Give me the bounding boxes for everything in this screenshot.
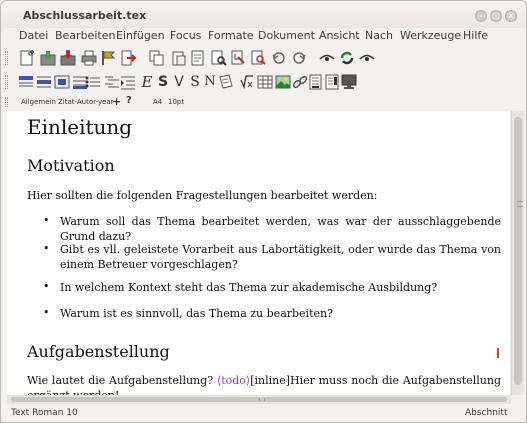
section-heading-motivation: Motivation xyxy=(27,156,115,175)
document-editor[interactable]: Einleitung Motivation Hier sollten die f… xyxy=(7,111,510,395)
bookmark-icon[interactable] xyxy=(101,50,117,66)
spellcheck-icon[interactable] xyxy=(251,50,267,66)
scrollbar-grip xyxy=(259,398,265,401)
noun-icon[interactable]: N xyxy=(202,74,218,90)
font-size-selector[interactable]: 10pt xyxy=(168,98,184,106)
intro-paragraph: Hier sollten die folgenden Fragestellung… xyxy=(27,189,378,202)
copy-icon[interactable] xyxy=(149,50,165,66)
indent-icon[interactable] xyxy=(120,74,136,90)
toggle-preview-icon[interactable] xyxy=(341,74,357,90)
status-layout: Abschnitt xyxy=(465,408,508,418)
task-paragraph: Wie lautet die Aufgabenstellung? ⟨todo⟩[… xyxy=(27,373,501,395)
description-icon[interactable] xyxy=(104,74,120,90)
maximize-icon[interactable]: □ xyxy=(490,10,502,22)
status-bar: Text Roman 10 Abschnitt xyxy=(1,405,526,422)
cite-style-selector[interactable]: Zitat-Autor-year xyxy=(58,98,114,106)
strong-icon[interactable]: S xyxy=(155,74,171,90)
toc-icon[interactable] xyxy=(319,50,335,66)
toolbar-grip[interactable] xyxy=(5,51,8,65)
change-marker xyxy=(497,348,499,358)
help-button[interactable]: ? xyxy=(126,95,132,106)
toolbar-grip[interactable] xyxy=(5,97,8,107)
paragraph-style-icon[interactable] xyxy=(18,74,34,90)
paste-icon[interactable] xyxy=(171,50,187,66)
title-bar: Abschlussarbeit.tex – □ × xyxy=(1,1,526,28)
refresh-icon[interactable] xyxy=(339,50,355,66)
redo-icon[interactable] xyxy=(291,50,307,66)
footnote-icon[interactable] xyxy=(309,74,325,90)
undo-icon[interactable] xyxy=(271,50,287,66)
graphics-icon[interactable] xyxy=(275,74,291,90)
status-font: Text Roman 10 xyxy=(11,408,78,418)
bullet-icon: • xyxy=(43,306,50,319)
hyperlink-icon[interactable] xyxy=(292,74,308,90)
minimize-icon[interactable]: – xyxy=(475,10,487,22)
print-icon[interactable] xyxy=(81,50,97,66)
outline-icon[interactable] xyxy=(359,50,375,66)
app-window: Abschlussarbeit.tex – □ × Datei Bearbeit… xyxy=(0,0,527,423)
list-item: Gibt es vll. geleistete Vorarbeit aus La… xyxy=(60,243,501,271)
menu-dokument[interactable]: Dokument xyxy=(258,29,315,42)
table-icon[interactable] xyxy=(257,74,273,90)
layout-bar: Allgemein Zitat-Autor-year + ? A4 10pt xyxy=(1,95,526,109)
new-document-icon[interactable] xyxy=(19,50,35,66)
menu-bearbeiten[interactable]: Bearbeiten xyxy=(55,29,115,42)
open-icon[interactable] xyxy=(40,50,56,66)
format-toolbar: E S V S N xyxy=(1,70,526,94)
horizontal-scrollbar[interactable] xyxy=(7,395,511,404)
vertical-scrollbar[interactable] xyxy=(511,111,524,395)
todo-note[interactable]: ⟨todo⟩ xyxy=(217,374,250,387)
menu-formate[interactable]: Formate xyxy=(208,29,254,42)
menu-nach[interactable]: Nach xyxy=(365,29,393,42)
menu-bar: Datei Bearbeiten Einfügen Focus Formate … xyxy=(1,28,526,45)
find-icon[interactable] xyxy=(211,50,227,66)
menu-datei[interactable]: Datei xyxy=(19,29,48,42)
marginal-note-icon[interactable] xyxy=(325,74,341,90)
menu-werkzeuge[interactable]: Werkzeuge xyxy=(400,29,461,42)
menu-einfuegen[interactable]: Einfügen xyxy=(116,29,165,42)
window-title: Abschlussarbeit.tex xyxy=(23,9,147,22)
section-style-icon[interactable] xyxy=(36,74,52,90)
frame-icon[interactable] xyxy=(54,74,70,90)
scrollbar-grip xyxy=(517,201,523,207)
save-icon[interactable] xyxy=(60,50,76,66)
smallcaps-icon[interactable]: S xyxy=(187,74,203,90)
add-module-button[interactable]: + xyxy=(112,95,121,108)
sans-icon[interactable]: V xyxy=(171,74,187,90)
emph-icon[interactable]: E xyxy=(139,74,155,90)
scrollbar-thumb[interactable] xyxy=(514,117,523,385)
itemize-icon[interactable] xyxy=(85,74,101,90)
list-item: In welchem Kontext steht das Thema zur a… xyxy=(60,281,438,294)
note-icon[interactable] xyxy=(218,74,234,90)
menu-hilfe[interactable]: Hilfe xyxy=(463,29,488,42)
bullet-icon: • xyxy=(43,214,50,227)
chapter-heading: Einleitung xyxy=(27,115,133,139)
section-heading-aufgabenstellung: Aufgabenstellung xyxy=(27,342,170,361)
menu-ansicht[interactable]: Ansicht xyxy=(319,29,360,42)
find-replace-icon[interactable] xyxy=(231,50,247,66)
view-icon[interactable] xyxy=(191,50,207,66)
module-selector[interactable]: Allgemein xyxy=(21,98,56,106)
menu-focus[interactable]: Focus xyxy=(170,29,201,42)
list-item: Warum soll das Thema bearbeitet werden, … xyxy=(60,215,501,243)
bullet-icon: • xyxy=(43,242,50,255)
toolbar-grip[interactable] xyxy=(5,75,8,89)
task-text: Wie lautet die Aufgabenstellung? xyxy=(27,374,217,387)
formula-icon[interactable] xyxy=(239,74,255,90)
close-icon[interactable]: × xyxy=(505,10,517,22)
exit-icon[interactable] xyxy=(121,50,137,66)
bullet-icon: • xyxy=(43,280,50,293)
scrollbar-thumb[interactable] xyxy=(11,397,507,402)
list-item: Warum ist es sinnvoll, das Thema zu bear… xyxy=(60,307,333,320)
paper-size-selector[interactable]: A4 xyxy=(153,98,162,106)
main-toolbar xyxy=(1,46,526,70)
